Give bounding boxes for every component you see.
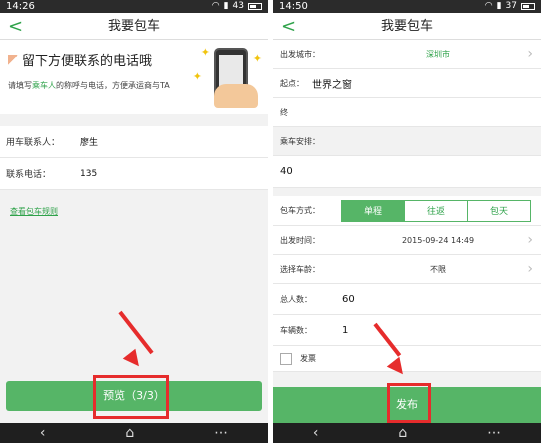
- title-bar: < 我要包车: [273, 13, 541, 40]
- status-bar: 14:50 ◠ ▮ 37: [273, 0, 541, 13]
- annotation-box: [93, 375, 169, 419]
- charter-mode-row: 包车方式： 单程 往返 包天: [273, 196, 541, 226]
- status-time: 14:26: [6, 1, 35, 12]
- vehicle-age-label: 选择车龄：: [280, 264, 320, 274]
- nav-back-icon[interactable]: ‹: [40, 425, 46, 441]
- mode-full-day-tab[interactable]: 包天: [467, 199, 531, 222]
- invoice-checkbox[interactable]: [280, 352, 292, 365]
- signal-icon: ▮: [223, 1, 229, 11]
- battery-icon: [521, 3, 535, 10]
- right-phone-screen: 14:50 ◠ ▮ 37 < 我要包车 出发城市： 深圳市 › 起点： 世界之窗…: [273, 0, 541, 443]
- corner-mark-icon: [8, 54, 18, 65]
- title-bar: < 我要包车: [0, 13, 268, 40]
- phone-label: 联系电话：: [6, 170, 52, 180]
- phone-row[interactable]: 联系电话： 135: [0, 158, 268, 190]
- invoice-label: 发票: [300, 354, 316, 363]
- screenshot-pair: 14:26 ◠ ▮ 43 < 我要包车 留下方便联系的电话哦 请填写乘车人的称呼…: [0, 0, 541, 443]
- banner-subtext: 请填写乘车人的称呼与电话，方便承运商与TA: [8, 81, 188, 91]
- chevron-right-icon: ›: [527, 261, 533, 277]
- departure-city-value: 深圳市: [426, 49, 450, 59]
- page-title: 我要包车: [380, 19, 433, 34]
- start-point-field[interactable]: 世界之窗: [312, 76, 352, 91]
- sparkle-icon: ✦: [192, 70, 202, 83]
- mode-round-trip-tab[interactable]: 往返: [404, 199, 468, 222]
- departure-city-row[interactable]: 出发城市： 深圳市 ›: [273, 40, 541, 69]
- page-title: 我要包车: [107, 19, 160, 34]
- nav-menu-icon[interactable]: ⋯: [214, 425, 228, 441]
- sparkle-icon: ✦: [252, 52, 262, 65]
- annotation-arrow: [118, 310, 154, 355]
- total-people-row[interactable]: 总人数： 60: [273, 284, 541, 315]
- vehicle-age-row[interactable]: 选择车龄： 不限 ›: [273, 255, 541, 284]
- status-bar: 14:26 ◠ ▮ 43: [0, 0, 268, 13]
- end-point-row[interactable]: 终: [273, 98, 541, 127]
- arrangement-field[interactable]: 40: [280, 166, 293, 177]
- nav-back-icon[interactable]: ‹: [313, 425, 319, 441]
- annotation-arrowhead: [122, 348, 146, 372]
- contact-form: 用车联系人： 廖生 联系电话： 135: [0, 126, 268, 190]
- back-chevron-icon[interactable]: <: [281, 13, 296, 40]
- total-people-field[interactable]: 60: [342, 294, 355, 305]
- arrangement-header: 乘车安排：: [273, 127, 541, 156]
- section-gap: [273, 188, 541, 196]
- departure-city-label: 出发城市：: [280, 49, 320, 59]
- vehicle-age-value: 不限: [430, 264, 446, 274]
- nav-bar: ‹ ⌂ ⋯: [273, 423, 541, 443]
- annotation-box: [387, 383, 431, 423]
- nav-home-icon[interactable]: ⌂: [125, 425, 134, 441]
- arrangement-label: 乘车安排：: [280, 136, 320, 146]
- contact-name-row[interactable]: 用车联系人： 廖生: [0, 126, 268, 158]
- nav-home-icon[interactable]: ⌂: [398, 425, 407, 441]
- start-point-label: 起点：: [280, 78, 304, 88]
- arrangement-row[interactable]: 40: [273, 156, 541, 188]
- signal-icon: ▮: [496, 1, 502, 11]
- banner-sub-highlight: 乘车人: [32, 81, 56, 90]
- contact-name-field[interactable]: 廖生: [80, 135, 98, 148]
- battery-level: 43: [232, 1, 244, 11]
- wifi-icon: ◠: [211, 1, 220, 11]
- banner-sub-prefix: 请填写: [8, 81, 32, 90]
- vehicle-count-label: 车辆数：: [280, 325, 312, 335]
- hand-illustration: [214, 84, 258, 108]
- vehicle-count-row[interactable]: 车辆数： 1: [273, 315, 541, 346]
- nav-menu-icon[interactable]: ⋯: [487, 425, 501, 441]
- contact-name-label: 用车联系人：: [6, 138, 61, 148]
- left-phone-screen: 14:26 ◠ ▮ 43 < 我要包车 留下方便联系的电话哦 请填写乘车人的称呼…: [0, 0, 268, 443]
- departure-time-label: 出发时间：: [280, 235, 320, 245]
- banner-headline: 留下方便联系的电话哦: [22, 54, 153, 69]
- battery-level: 37: [505, 1, 517, 11]
- chevron-right-icon: ›: [527, 232, 533, 248]
- vehicle-count-field[interactable]: 1: [342, 325, 348, 336]
- charter-mode-label: 包车方式：: [280, 206, 320, 215]
- contact-banner: 留下方便联系的电话哦 请填写乘车人的称呼与电话，方便承运商与TA ✦ ✦ ✦: [0, 40, 268, 114]
- rules-link[interactable]: 查看包车规则: [0, 190, 268, 233]
- battery-icon: [248, 3, 262, 10]
- total-people-label: 总人数：: [280, 294, 312, 304]
- departure-time-row[interactable]: 出发时间： 2015-09-24 14:49 ›: [273, 226, 541, 255]
- phone-field[interactable]: 135: [80, 169, 97, 179]
- start-point-row[interactable]: 起点： 世界之窗: [273, 69, 541, 98]
- back-chevron-icon[interactable]: <: [8, 13, 23, 40]
- mode-one-way-tab[interactable]: 单程: [341, 199, 405, 222]
- nav-bar: ‹ ⌂ ⋯: [0, 423, 268, 443]
- wifi-icon: ◠: [484, 1, 493, 11]
- charter-mode-segmented: 单程 往返 包天: [341, 199, 531, 222]
- departure-time-value: 2015-09-24 14:49: [401, 235, 475, 245]
- status-icons: ◠ ▮ 43: [212, 0, 262, 13]
- chevron-right-icon: ›: [527, 46, 533, 62]
- end-point-label: 终: [280, 107, 288, 117]
- banner-sub-suffix: 的称呼与电话，方便承运商与TA: [56, 81, 170, 90]
- sparkle-icon: ✦: [200, 46, 210, 59]
- status-icons: ◠ ▮ 37: [485, 0, 535, 13]
- status-time: 14:50: [279, 1, 308, 12]
